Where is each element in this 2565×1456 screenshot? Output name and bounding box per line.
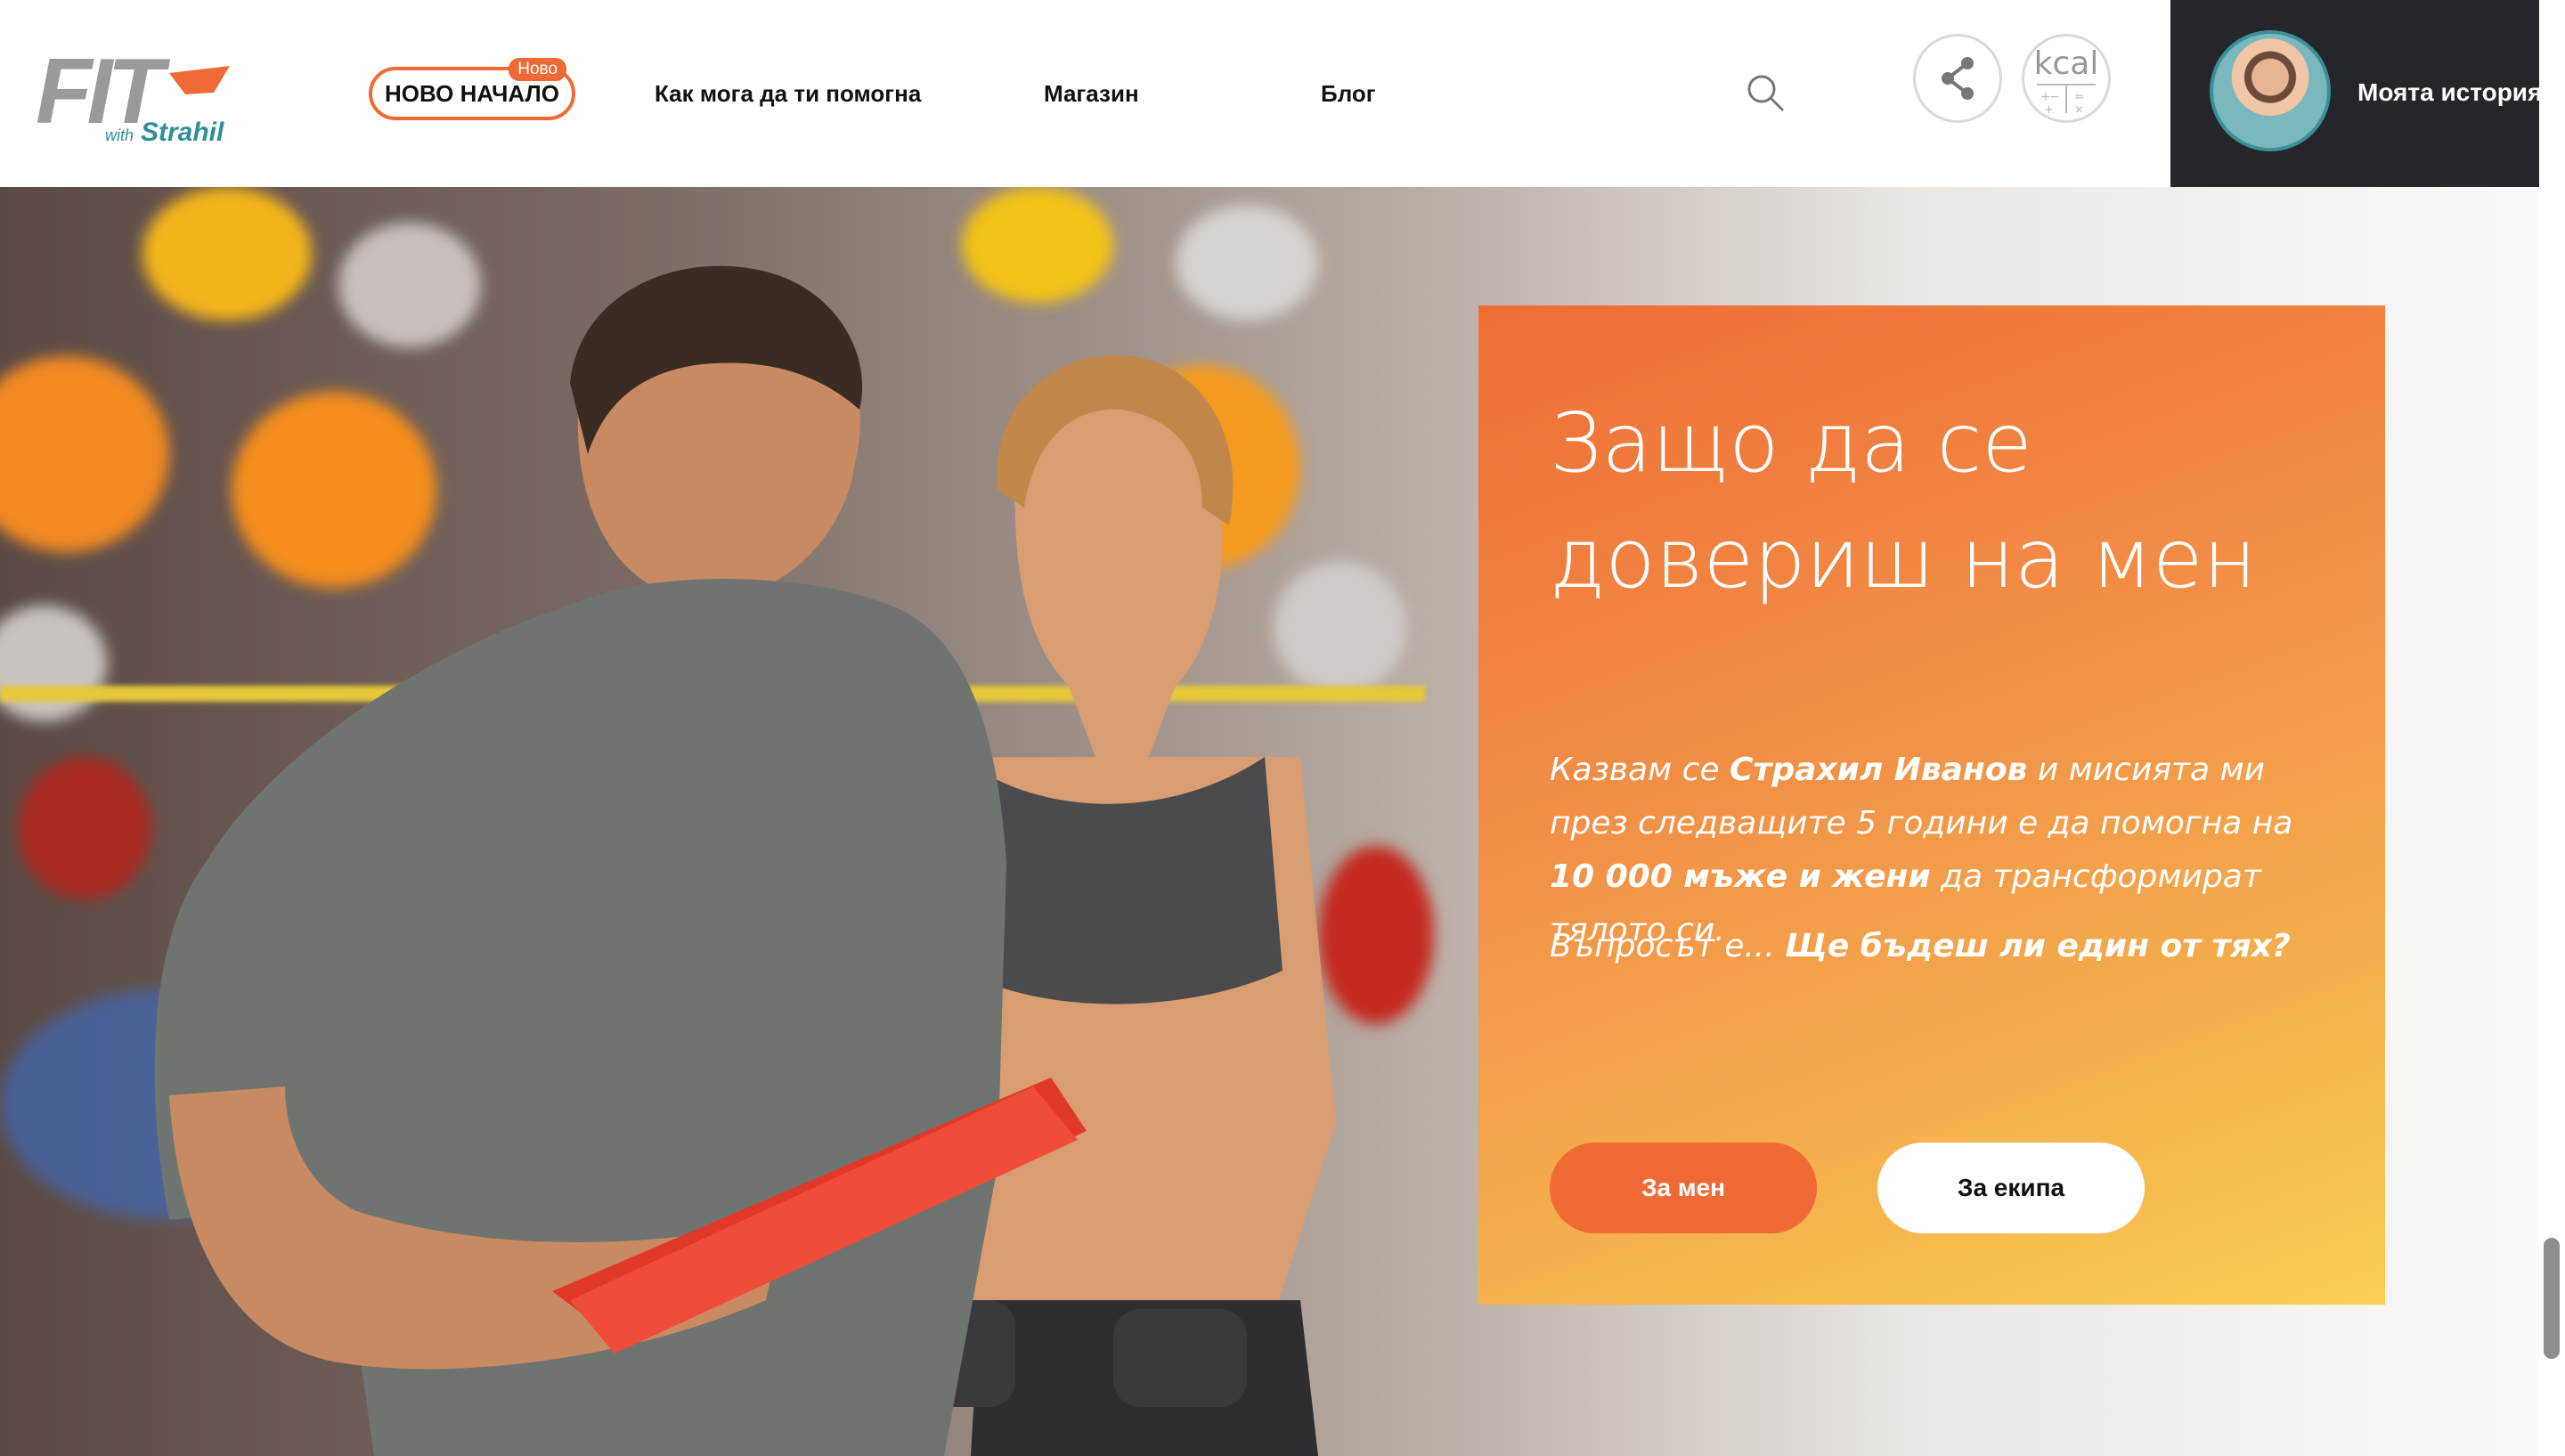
nav-shop[interactable]: Магазин (1044, 80, 1139, 108)
hero-section: Защо да се довериш на мен Казвам се Стра… (0, 187, 2539, 1456)
svg-text:=: = (2074, 90, 2085, 104)
nav-how-can-i-help[interactable]: Как мога да ти помогна (655, 80, 921, 108)
question-emphasis: Ще бъдеш ли един от тях? (1785, 928, 2291, 964)
share-icon (1942, 57, 1974, 100)
logo-sub-prefix: with (105, 126, 134, 144)
why-trust-me-panel: Защо да се довериш на мен Казвам се Стра… (1478, 305, 2385, 1305)
logo-sub-name: Strahil (141, 118, 224, 144)
scrollbar-thumb[interactable] (2544, 1238, 2560, 1359)
nav-blog[interactable]: Блог (1321, 80, 1376, 108)
svg-text:+: + (2044, 103, 2054, 117)
kcal-calculator-button[interactable]: kcal + − = + × (2022, 34, 2111, 123)
panel-heading-line-2: довериш на мен (1550, 511, 2257, 606)
svg-text:−: − (2049, 90, 2060, 104)
search-icon[interactable] (1746, 73, 1785, 112)
mission-goal: 10 000 мъже и жени (1550, 858, 1931, 895)
site-header: FIT with Strahil НОВО НАЧАЛО Ново Как мо… (0, 0, 2565, 187)
svg-text:×: × (2074, 103, 2084, 117)
fit-with-strahil-logo[interactable]: FIT with Strahil (36, 37, 249, 144)
my-story-label: Моята история (2357, 78, 2543, 106)
calculator-icon: + − = + × (2037, 84, 2096, 117)
my-story-button[interactable]: Моята история (2170, 0, 2543, 187)
about-team-button[interactable]: За екипа (1877, 1143, 2145, 1233)
panel-heading-line-1: Защо да се (1550, 395, 2032, 491)
trainer-name: Страхил Иванов (1730, 752, 2028, 788)
nav-new-start-label: НОВО НАЧАЛО (385, 79, 559, 107)
nav-new-start[interactable]: НОВО НАЧАЛО Ново (369, 58, 575, 120)
about-me-button[interactable]: За мен (1550, 1143, 1817, 1233)
share-button[interactable] (1913, 34, 2002, 123)
logo-orange-accent (169, 66, 230, 94)
question-text: Въпросът е... Ще бъдеш ли един от тях? (1550, 928, 2291, 964)
panel-heading: Защо да се довериш на мен (1550, 386, 2316, 617)
new-badge: Ново (509, 58, 566, 81)
trainer-and-client-photo (154, 265, 1336, 1456)
avatar (2210, 30, 2331, 151)
